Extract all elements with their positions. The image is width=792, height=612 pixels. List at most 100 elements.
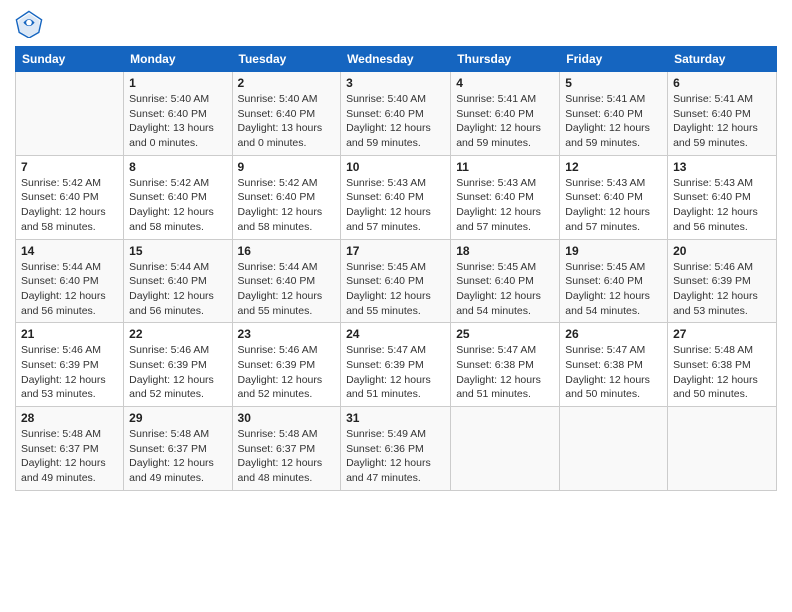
logo-icon xyxy=(15,10,43,38)
day-number: 5 xyxy=(565,76,662,90)
day-info: Sunrise: 5:49 AMSunset: 6:36 PMDaylight:… xyxy=(346,427,445,486)
day-cell: 11 Sunrise: 5:43 AMSunset: 6:40 PMDayligh… xyxy=(451,155,560,239)
day-info: Sunrise: 5:45 AMSunset: 6:40 PMDaylight:… xyxy=(456,260,554,319)
day-number: 3 xyxy=(346,76,445,90)
day-number: 14 xyxy=(21,244,118,258)
day-cell xyxy=(668,407,777,491)
day-info: Sunrise: 5:48 AMSunset: 6:38 PMDaylight:… xyxy=(673,343,771,402)
day-number: 26 xyxy=(565,327,662,341)
day-info: Sunrise: 5:48 AMSunset: 6:37 PMDaylight:… xyxy=(238,427,336,486)
day-cell: 5 Sunrise: 5:41 AMSunset: 6:40 PMDaylight… xyxy=(560,72,668,156)
col-header-thursday: Thursday xyxy=(451,47,560,72)
day-number: 4 xyxy=(456,76,554,90)
day-number: 11 xyxy=(456,160,554,174)
day-cell xyxy=(451,407,560,491)
day-info: Sunrise: 5:48 AMSunset: 6:37 PMDaylight:… xyxy=(21,427,118,486)
day-number: 1 xyxy=(129,76,226,90)
day-cell: 13 Sunrise: 5:43 AMSunset: 6:40 PMDayligh… xyxy=(668,155,777,239)
day-number: 19 xyxy=(565,244,662,258)
day-number: 17 xyxy=(346,244,445,258)
day-info: Sunrise: 5:43 AMSunset: 6:40 PMDaylight:… xyxy=(565,176,662,235)
day-number: 29 xyxy=(129,411,226,425)
day-info: Sunrise: 5:41 AMSunset: 6:40 PMDaylight:… xyxy=(673,92,771,151)
calendar-table: SundayMondayTuesdayWednesdayThursdayFrid… xyxy=(15,46,777,491)
day-info: Sunrise: 5:45 AMSunset: 6:40 PMDaylight:… xyxy=(346,260,445,319)
day-info: Sunrise: 5:41 AMSunset: 6:40 PMDaylight:… xyxy=(456,92,554,151)
day-info: Sunrise: 5:46 AMSunset: 6:39 PMDaylight:… xyxy=(129,343,226,402)
day-cell: 25 Sunrise: 5:47 AMSunset: 6:38 PMDayligh… xyxy=(451,323,560,407)
day-number: 6 xyxy=(673,76,771,90)
col-header-monday: Monday xyxy=(124,47,232,72)
day-cell: 22Sunrise: 5:46 AMSunset: 6:39 PMDayligh… xyxy=(124,323,232,407)
day-number: 20 xyxy=(673,244,771,258)
day-number: 7 xyxy=(21,160,118,174)
day-info: Sunrise: 5:47 AMSunset: 6:38 PMDaylight:… xyxy=(456,343,554,402)
day-info: Sunrise: 5:47 AMSunset: 6:39 PMDaylight:… xyxy=(346,343,445,402)
week-row-4: 21 Sunrise: 5:46 AMSunset: 6:39 PMDayligh… xyxy=(16,323,777,407)
day-number: 12 xyxy=(565,160,662,174)
day-cell: 6 Sunrise: 5:41 AMSunset: 6:40 PMDaylight… xyxy=(668,72,777,156)
day-cell: 9 Sunrise: 5:42 AMSunset: 6:40 PMDaylight… xyxy=(232,155,341,239)
page: SundayMondayTuesdayWednesdayThursdayFrid… xyxy=(0,0,792,612)
day-cell: 27Sunrise: 5:48 AMSunset: 6:38 PMDayligh… xyxy=(668,323,777,407)
day-cell: 14 Sunrise: 5:44 AMSunset: 6:40 PMDayligh… xyxy=(16,239,124,323)
day-cell xyxy=(560,407,668,491)
day-info: Sunrise: 5:42 AMSunset: 6:40 PMDaylight:… xyxy=(129,176,226,235)
day-cell: 8 Sunrise: 5:42 AMSunset: 6:40 PMDaylight… xyxy=(124,155,232,239)
col-header-friday: Friday xyxy=(560,47,668,72)
day-info: Sunrise: 5:48 AMSunset: 6:37 PMDaylight:… xyxy=(129,427,226,486)
col-header-tuesday: Tuesday xyxy=(232,47,341,72)
col-header-wednesday: Wednesday xyxy=(341,47,451,72)
day-number: 16 xyxy=(238,244,336,258)
day-cell: 1 Sunrise: 5:40 AMSunset: 6:40 PMDaylight… xyxy=(124,72,232,156)
day-cell: 2Sunrise: 5:40 AMSunset: 6:40 PMDaylight… xyxy=(232,72,341,156)
day-number: 10 xyxy=(346,160,445,174)
day-cell: 30 Sunrise: 5:48 AMSunset: 6:37 PMDayligh… xyxy=(232,407,341,491)
day-cell: 21 Sunrise: 5:46 AMSunset: 6:39 PMDayligh… xyxy=(16,323,124,407)
day-cell: 19 Sunrise: 5:45 AMSunset: 6:40 PMDayligh… xyxy=(560,239,668,323)
day-info: Sunrise: 5:43 AMSunset: 6:40 PMDaylight:… xyxy=(346,176,445,235)
day-cell: 17 Sunrise: 5:45 AMSunset: 6:40 PMDayligh… xyxy=(341,239,451,323)
week-row-1: 1 Sunrise: 5:40 AMSunset: 6:40 PMDaylight… xyxy=(16,72,777,156)
week-row-2: 7 Sunrise: 5:42 AMSunset: 6:40 PMDaylight… xyxy=(16,155,777,239)
day-cell: 10 Sunrise: 5:43 AMSunset: 6:40 PMDayligh… xyxy=(341,155,451,239)
col-header-sunday: Sunday xyxy=(16,47,124,72)
day-cell: 29 Sunrise: 5:48 AMSunset: 6:37 PMDayligh… xyxy=(124,407,232,491)
day-cell: 7Sunrise: 5:42 AMSunset: 6:40 PMDaylight… xyxy=(16,155,124,239)
day-info: Sunrise: 5:45 AMSunset: 6:40 PMDaylight:… xyxy=(565,260,662,319)
day-number: 28 xyxy=(21,411,118,425)
day-info: Sunrise: 5:41 AMSunset: 6:40 PMDaylight:… xyxy=(565,92,662,151)
day-number: 9 xyxy=(238,160,336,174)
day-number: 13 xyxy=(673,160,771,174)
day-number: 15 xyxy=(129,244,226,258)
day-info: Sunrise: 5:47 AMSunset: 6:38 PMDaylight:… xyxy=(565,343,662,402)
day-info: Sunrise: 5:43 AMSunset: 6:40 PMDaylight:… xyxy=(673,176,771,235)
day-cell: 20Sunrise: 5:46 AMSunset: 6:39 PMDayligh… xyxy=(668,239,777,323)
header xyxy=(15,10,777,38)
day-number: 25 xyxy=(456,327,554,341)
day-info: Sunrise: 5:43 AMSunset: 6:40 PMDaylight:… xyxy=(456,176,554,235)
day-number: 30 xyxy=(238,411,336,425)
day-cell: 18 Sunrise: 5:45 AMSunset: 6:40 PMDayligh… xyxy=(451,239,560,323)
day-number: 18 xyxy=(456,244,554,258)
day-cell: 16Sunrise: 5:44 AMSunset: 6:40 PMDayligh… xyxy=(232,239,341,323)
day-info: Sunrise: 5:40 AMSunset: 6:40 PMDaylight:… xyxy=(238,92,336,151)
day-info: Sunrise: 5:44 AMSunset: 6:40 PMDaylight:… xyxy=(21,260,118,319)
day-cell: 28 Sunrise: 5:48 AMSunset: 6:37 PMDayligh… xyxy=(16,407,124,491)
day-info: Sunrise: 5:46 AMSunset: 6:39 PMDaylight:… xyxy=(21,343,118,402)
day-number: 24 xyxy=(346,327,445,341)
calendar-header-row: SundayMondayTuesdayWednesdayThursdayFrid… xyxy=(16,47,777,72)
day-cell: 24 Sunrise: 5:47 AMSunset: 6:39 PMDayligh… xyxy=(341,323,451,407)
day-number: 21 xyxy=(21,327,118,341)
logo xyxy=(15,10,47,38)
day-info: Sunrise: 5:42 AMSunset: 6:40 PMDaylight:… xyxy=(238,176,336,235)
day-cell: 3 Sunrise: 5:40 AMSunset: 6:40 PMDaylight… xyxy=(341,72,451,156)
day-info: Sunrise: 5:44 AMSunset: 6:40 PMDaylight:… xyxy=(129,260,226,319)
day-info: Sunrise: 5:40 AMSunset: 6:40 PMDaylight:… xyxy=(346,92,445,151)
day-number: 23 xyxy=(238,327,336,341)
day-info: Sunrise: 5:40 AMSunset: 6:40 PMDaylight:… xyxy=(129,92,226,151)
day-cell xyxy=(16,72,124,156)
day-number: 8 xyxy=(129,160,226,174)
day-cell: 31Sunrise: 5:49 AMSunset: 6:36 PMDayligh… xyxy=(341,407,451,491)
day-info: Sunrise: 5:46 AMSunset: 6:39 PMDaylight:… xyxy=(238,343,336,402)
